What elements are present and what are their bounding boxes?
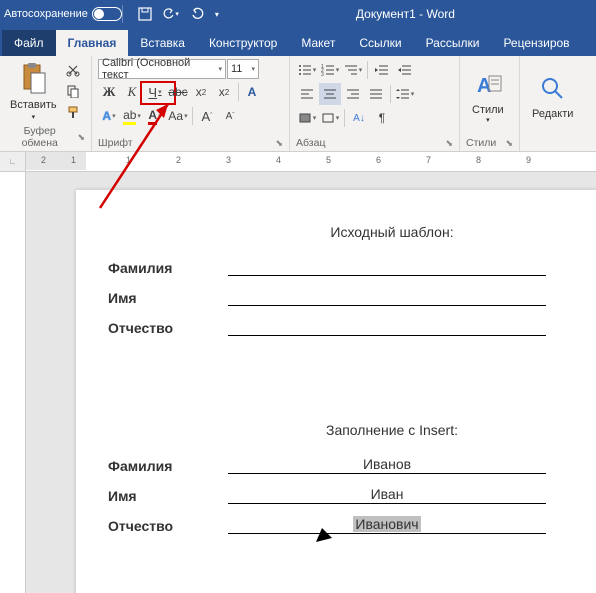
row-patronymic-1: Отчество [108,318,546,336]
undo-icon[interactable]: ▾ [163,6,179,22]
align-right-button[interactable] [342,83,364,105]
row-surname-1: Фамилия [108,258,546,276]
grow-font-button[interactable]: Aˆ [196,105,218,127]
shading-button[interactable]: ▾ [296,107,318,129]
styles-launcher-icon[interactable]: ⬊ [505,138,513,149]
ribbon: Вставить ▾ Буфер обмена ⬊ Calibri (Основн… [0,56,596,152]
heading-template: Исходный шаблон: [238,224,546,240]
label-surname-2: Фамилия [108,458,228,474]
field-surname-2[interactable]: Иванов [228,456,546,474]
tab-references[interactable]: Ссылки [347,30,413,56]
tab-design[interactable]: Конструктор [197,30,289,56]
font-launcher-icon[interactable]: ⬊ [275,138,283,149]
tab-review[interactable]: Рецензиров [491,30,581,56]
clipboard-group-label: Буфер обмена [6,125,73,149]
multilevel-button[interactable]: ▾ [342,59,364,81]
field-name-1[interactable] [228,288,546,306]
page[interactable]: Исходный шаблон: Фамилия Имя Отчество За… [76,190,596,593]
decrease-indent-button[interactable] [371,59,393,81]
group-styles: A Стили ▾ Стили ⬊ [460,56,520,151]
increase-indent-button[interactable] [394,59,416,81]
field-name-2[interactable]: Иван [228,486,546,504]
editing-label: Редакти [532,108,573,120]
font-name-combo[interactable]: Calibri (Основной текст▾ [98,59,226,79]
heading-insert: Заполнение с Insert: [238,422,546,438]
row-name-1: Имя [108,288,546,306]
row-name-2: Имя Иван [108,486,546,504]
label-patronymic: Отчество [108,320,228,336]
font-color-button[interactable]: A▾ [144,105,166,127]
group-editing: Редакти . [520,56,576,151]
tab-file[interactable]: Файл [2,30,56,56]
horizontal-ruler[interactable]: 2 1 1 2 3 4 5 6 7 8 9 [26,152,596,172]
tab-layout[interactable]: Макет [289,30,347,56]
text-effects-a-button[interactable]: A▾ [98,105,120,127]
superscript-button[interactable]: x2 [213,81,235,103]
italic-button[interactable]: К [121,81,143,103]
label-surname: Фамилия [108,260,228,276]
autosave-toggle[interactable] [92,7,122,21]
group-paragraph: ▾ 123▾ ▾ ▾ ▾ ▾ [290,56,460,151]
text-effects-button[interactable]: A [242,81,262,103]
numbering-button[interactable]: 123▾ [319,59,341,81]
svg-text:3: 3 [321,72,324,76]
line-spacing-button[interactable]: ▾ [394,83,416,105]
redo-icon[interactable] [189,6,205,22]
bullets-button[interactable]: ▾ [296,59,318,81]
group-font: Calibri (Основной текст▾ 11▾ Ж К Ч▾ abc … [92,56,290,151]
shrink-font-button[interactable]: Aˇ [219,105,241,127]
highlight-button[interactable]: ab▾ [121,105,143,127]
copy-icon[interactable] [64,82,82,100]
field-surname-1[interactable] [228,258,546,276]
row-surname-2: Фамилия Иванов [108,456,546,474]
paragraph-group-label: Абзац [296,137,325,149]
quick-access-toolbar: ▾ ▾ [137,6,219,22]
group-clipboard: Вставить ▾ Буфер обмена ⬊ [0,56,92,151]
subscript-button[interactable]: x2 [190,81,212,103]
find-button[interactable]: Редакти [526,59,579,135]
tab-mailings[interactable]: Рассылки [414,30,492,56]
tab-selector[interactable]: ∟ [0,152,26,172]
paste-label: Вставить [10,99,57,111]
paste-button[interactable]: Вставить ▾ [6,59,61,123]
bold-button[interactable]: Ж [98,81,120,103]
field-patronymic-1[interactable] [228,318,546,336]
styles-button[interactable]: A Стили ▾ [466,59,510,135]
document-area[interactable]: Исходный шаблон: Фамилия Имя Отчество За… [0,172,596,593]
label-patronymic-2: Отчество [108,518,228,534]
format-painter-icon[interactable] [64,103,82,121]
align-center-button[interactable] [319,83,341,105]
window-title: Документ1 - Word [219,7,592,21]
cut-icon[interactable] [64,61,82,79]
autosave-toggle-wrap[interactable]: Автосохранение [4,7,122,21]
paragraph-launcher-icon[interactable]: ⬊ [445,138,453,149]
ruler-area: ∟ 2 1 1 2 3 4 5 6 7 8 9 [0,152,596,172]
autosave-label: Автосохранение [4,8,88,20]
styles-label: Стили [472,104,504,116]
save-icon[interactable] [137,6,153,22]
field-patronymic-2[interactable]: Иванович [228,516,546,534]
underline-button[interactable]: Ч▾ [144,81,166,103]
change-case-button[interactable]: Aa▾ [167,105,189,127]
selected-text: Иванович [353,516,420,532]
strike-button[interactable]: abc [167,81,189,103]
row-patronymic-2: Отчество Иванович [108,516,546,534]
clipboard-launcher-icon[interactable]: ⬊ [77,132,85,143]
justify-button[interactable] [365,83,387,105]
styles-group-label: Стили [466,137,496,149]
tab-insert[interactable]: Вставка [128,30,197,56]
font-group-label: Шрифт [98,137,133,149]
title-bar: Автосохранение ▾ ▾ Документ1 - Word [0,0,596,28]
show-marks-button[interactable]: ¶ [371,107,393,129]
font-size-combo[interactable]: 11▾ [227,59,259,79]
sort-button[interactable]: A↓ [348,107,370,129]
label-name: Имя [108,290,228,306]
vertical-ruler[interactable] [0,172,26,593]
align-left-button[interactable] [296,83,318,105]
borders-button[interactable]: ▾ [319,107,341,129]
ribbon-tabs: Файл Главная Вставка Конструктор Макет С… [0,28,596,56]
tab-home[interactable]: Главная [56,30,129,56]
label-name-2: Имя [108,488,228,504]
